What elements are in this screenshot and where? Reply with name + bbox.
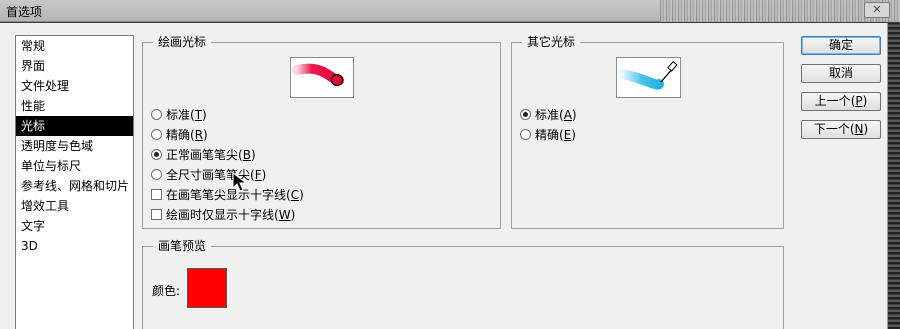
other-cursors-group: 其它光标 标准(A) 精确(E) xyxy=(511,35,784,229)
crosshair-only-checkbox[interactable]: 绘画时仅显示十字线(W) xyxy=(151,206,295,224)
painting-precise-radio[interactable]: 精确(R) xyxy=(151,126,208,144)
window-title: 首选项 xyxy=(6,5,43,19)
brush-preview-group: 画笔预览 颜色: xyxy=(142,239,784,329)
eyedropper-icon xyxy=(618,60,678,90)
checkbox-indicator xyxy=(151,209,162,220)
painting-cursors-group: 绘画光标 标准(T) 精确(R) 正常画笔笔尖(B) 全尺寸画笔笔尖(F) 在画… xyxy=(142,35,501,229)
other-standard-radio[interactable]: 标准(A) xyxy=(520,106,577,124)
radio-indicator xyxy=(151,169,162,180)
nav-item-units-rulers[interactable]: 单位与标尺 xyxy=(16,156,133,176)
painting-normal-brush-tip-radio[interactable]: 正常画笔笔尖(B) xyxy=(151,146,256,164)
nav-item-general[interactable]: 常规 xyxy=(16,36,133,56)
nav-item-type[interactable]: 文字 xyxy=(16,216,133,236)
close-icon: ✕ xyxy=(872,3,882,16)
painting-cursors-legend: 绘画光标 xyxy=(153,35,212,49)
background-texture-strip xyxy=(888,23,900,329)
brush-stroke-icon xyxy=(292,63,344,87)
other-cursors-legend: 其它光标 xyxy=(522,35,581,49)
radio-indicator xyxy=(520,109,531,120)
brush-preview-color-swatch[interactable] xyxy=(187,268,227,308)
nav-item-transparency-gamut[interactable]: 透明度与色域 xyxy=(16,136,133,156)
title-bar: 首选项 ✕ xyxy=(0,0,900,22)
mouse-pointer-icon xyxy=(232,172,248,192)
painting-standard-radio[interactable]: 标准(T) xyxy=(151,106,207,124)
radio-indicator xyxy=(520,129,531,140)
other-precise-radio[interactable]: 精确(E) xyxy=(520,126,576,144)
nav-item-plugins[interactable]: 增效工具 xyxy=(16,196,133,216)
other-cursor-preview xyxy=(616,57,681,98)
brush-preview-legend: 画笔预览 xyxy=(153,239,212,253)
radio-indicator xyxy=(151,109,162,120)
category-list[interactable]: 常规 界面 文件处理 性能 光标 透明度与色域 单位与标尺 参考线、网格和切片 … xyxy=(15,35,134,329)
nav-item-guides-grid-slices[interactable]: 参考线、网格和切片 xyxy=(16,176,133,196)
cancel-button[interactable]: 取消 xyxy=(801,64,881,83)
ok-button[interactable]: 确定 xyxy=(801,36,881,55)
radio-indicator xyxy=(151,129,162,140)
preferences-dialog: 常规 界面 文件处理 性能 光标 透明度与色域 单位与标尺 参考线、网格和切片 … xyxy=(0,23,888,329)
color-label: 颜色: xyxy=(152,284,181,298)
nav-item-3d[interactable]: 3D xyxy=(16,236,133,256)
previous-button[interactable]: 上一个(P) xyxy=(801,92,881,111)
nav-item-performance[interactable]: 性能 xyxy=(16,96,133,116)
next-button[interactable]: 下一个(N) xyxy=(801,120,881,139)
nav-item-file-handling[interactable]: 文件处理 xyxy=(16,76,133,96)
painting-cursor-preview xyxy=(290,57,354,98)
close-button[interactable]: ✕ xyxy=(864,2,890,18)
nav-item-cursors[interactable]: 光标 xyxy=(16,116,133,136)
show-crosshair-checkbox[interactable]: 在画笔笔尖显示十字线(C) xyxy=(151,186,304,204)
checkbox-indicator xyxy=(151,189,162,200)
nav-item-interface[interactable]: 界面 xyxy=(16,56,133,76)
radio-indicator xyxy=(151,149,162,160)
